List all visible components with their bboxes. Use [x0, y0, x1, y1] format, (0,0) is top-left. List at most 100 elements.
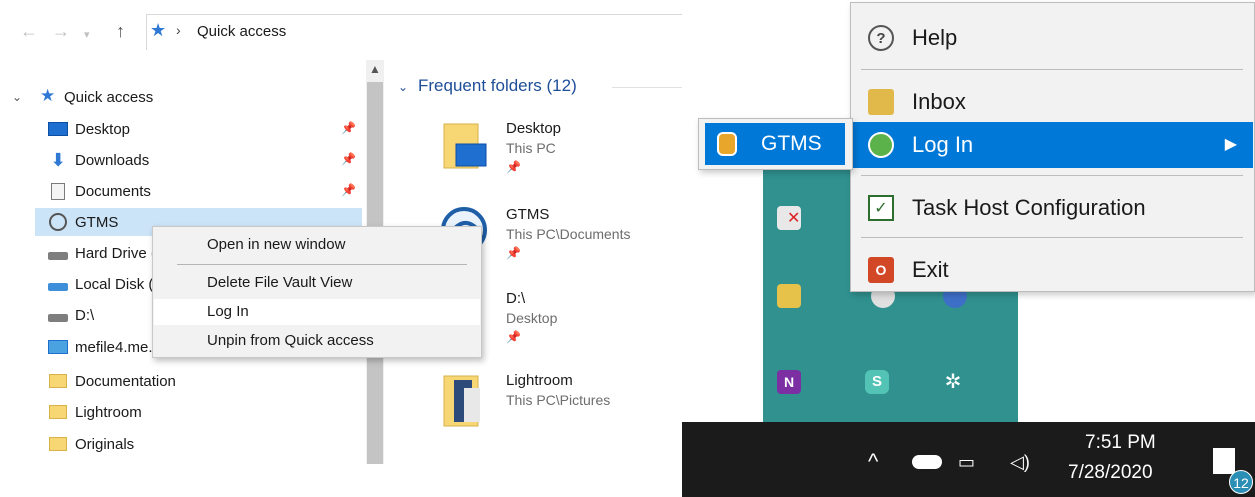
header-divider: [612, 87, 682, 88]
menu-item-exit[interactable]: O Exit: [852, 247, 1253, 293]
tray-app-menu: ? Help Inbox Log In ▶ ✓ Task Host Config…: [850, 2, 1255, 292]
frequent-folders-header[interactable]: Frequent folders (12): [418, 76, 577, 96]
tree-item-label: Hard Drive (: [75, 244, 156, 262]
gtms-icon: [47, 213, 69, 231]
tree-item-label: Desktop: [75, 120, 131, 138]
menu-item-open-new-window[interactable]: Open in new window: [154, 232, 480, 258]
skype-icon[interactable]: S: [865, 370, 889, 394]
menu-separator: [177, 264, 467, 265]
clock-date[interactable]: 7/28/2020: [1068, 462, 1153, 484]
show-hidden-icons-chevron-icon[interactable]: ^: [868, 450, 878, 474]
desktop-folder-icon: [443, 123, 487, 169]
onedrive-cloud-icon[interactable]: [912, 455, 942, 469]
tree-root-label[interactable]: Quick access: [64, 89, 153, 106]
pin-icon[interactable]: 📌: [341, 121, 356, 135]
tile-name: GTMS: [506, 206, 550, 223]
inbox-icon: [868, 89, 894, 115]
database-icon: [717, 132, 737, 156]
folder-icon: [47, 403, 69, 421]
tile-name: Lightroom: [506, 372, 573, 389]
tree-item-originals[interactable]: Originals: [47, 430, 362, 458]
back-arrow-icon[interactable]: ←: [20, 18, 38, 44]
menu-item-inbox[interactable]: Inbox: [852, 79, 1253, 125]
menu-separator: [861, 237, 1243, 238]
tree-item-label: Downloads: [75, 151, 150, 169]
desktop-icon: [47, 120, 69, 138]
tree-item-label: Local Disk (C: [75, 275, 165, 293]
notification-count-badge: 12: [1229, 470, 1253, 494]
tree-item-label: Lightroom: [75, 403, 142, 421]
context-menu: Open in new window Delete File Vault Vie…: [152, 226, 482, 358]
breadcrumb-separator-icon: ›: [176, 22, 181, 38]
menu-item-log-in[interactable]: Log In ▶: [852, 122, 1253, 168]
menu-label: Exit: [912, 257, 949, 282]
recent-locations-chevron-icon[interactable]: ▾: [84, 22, 90, 48]
network-icon[interactable]: ▭: [958, 450, 975, 474]
up-arrow-icon[interactable]: ↑: [116, 18, 125, 44]
menu-item-unpin-quick-access[interactable]: Unpin from Quick access: [154, 328, 480, 354]
tree-item-documentation[interactable]: Documentation: [47, 367, 362, 395]
tree-item-label: Originals: [75, 435, 135, 453]
tree-item-downloads[interactable]: ⬇ Downloads 📌: [47, 146, 362, 174]
scroll-up-icon[interactable]: ▲: [369, 62, 381, 76]
tree-item-label: Documents: [75, 182, 151, 200]
lock-icon[interactable]: [777, 284, 801, 308]
clock-time[interactable]: 7:51 PM: [1085, 432, 1156, 454]
tree-item-lightroom[interactable]: Lightroom: [47, 398, 362, 426]
pin-icon[interactable]: 📌: [341, 152, 356, 166]
folder-icon: [47, 435, 69, 453]
submenu-label: GTMS: [761, 132, 822, 155]
lightroom-folder-icon: [443, 375, 480, 427]
tree-item-label: D:\: [75, 306, 95, 324]
star-pin-icon: ★: [150, 20, 167, 40]
frequent-tile-lightroom[interactable]: Lightroom This PC\Pictures: [440, 370, 680, 450]
forward-arrow-icon[interactable]: →: [52, 18, 70, 44]
collapse-chevron-icon[interactable]: ⌄: [398, 80, 408, 94]
menu-item-help[interactable]: ? Help: [852, 15, 1253, 61]
folder-icon: [47, 372, 69, 390]
help-icon: ?: [868, 25, 894, 51]
disconnected-drive-icon[interactable]: ✕: [777, 206, 801, 230]
exit-icon: O: [868, 257, 894, 283]
config-icon: ✓: [868, 195, 894, 221]
drive-icon: [47, 306, 69, 324]
tile-location: This PC: [506, 140, 556, 156]
menu-item-task-host-configuration[interactable]: ✓ Task Host Configuration: [852, 185, 1253, 231]
action-center-icon[interactable]: [1213, 448, 1235, 474]
tile-location: Desktop: [506, 310, 558, 326]
network-drive-icon: [47, 338, 69, 356]
tile-name: Desktop: [506, 120, 562, 137]
pin-icon[interactable]: 📌: [341, 183, 356, 197]
settings-gear-icon[interactable]: ✲: [941, 370, 965, 394]
expand-chevron-icon[interactable]: ⌄: [12, 90, 22, 104]
menu-label: Help: [912, 25, 958, 50]
tree-item-desktop[interactable]: Desktop 📌: [47, 115, 362, 143]
menu-separator: [861, 175, 1243, 176]
star-icon: ★: [40, 86, 56, 105]
tile-location: This PC\Pictures: [506, 392, 611, 408]
tree-item-documents[interactable]: Documents 📌: [47, 177, 362, 205]
frequent-tile-desktop[interactable]: Desktop This PC 📌: [440, 118, 680, 198]
tree-item-label: Documentation: [75, 372, 176, 390]
menu-label: Log In: [912, 132, 974, 157]
tile-location: This PC\Documents: [506, 226, 631, 242]
pin-icon: 📌: [506, 246, 521, 260]
tile-name: D:\: [506, 290, 526, 307]
tree-item-label: mefile4.me.g: [75, 338, 161, 356]
onenote-icon[interactable]: N: [777, 370, 801, 394]
address-location[interactable]: Quick access: [197, 23, 286, 40]
drive-icon: [47, 275, 69, 293]
login-icon: [868, 132, 894, 158]
pin-icon: 📌: [506, 160, 521, 174]
menu-item-delete-file-vault-view[interactable]: Delete File Vault View: [154, 270, 480, 296]
menu-item-log-in[interactable]: Log In: [154, 299, 480, 325]
submenu-item-gtms[interactable]: GTMS: [705, 123, 845, 165]
menu-label: Inbox: [912, 89, 966, 114]
file-explorer-window: ← → ▾ ↑ ★ › Quick access ⌄ ★ Quick acces…: [0, 0, 682, 497]
volume-icon[interactable]: ◁): [1010, 450, 1030, 474]
menu-separator: [861, 69, 1243, 70]
download-icon: ⬇: [50, 149, 66, 170]
tree-item-label: GTMS: [75, 213, 119, 231]
menu-label: Task Host Configuration: [912, 195, 1146, 220]
pin-icon: 📌: [506, 330, 521, 344]
